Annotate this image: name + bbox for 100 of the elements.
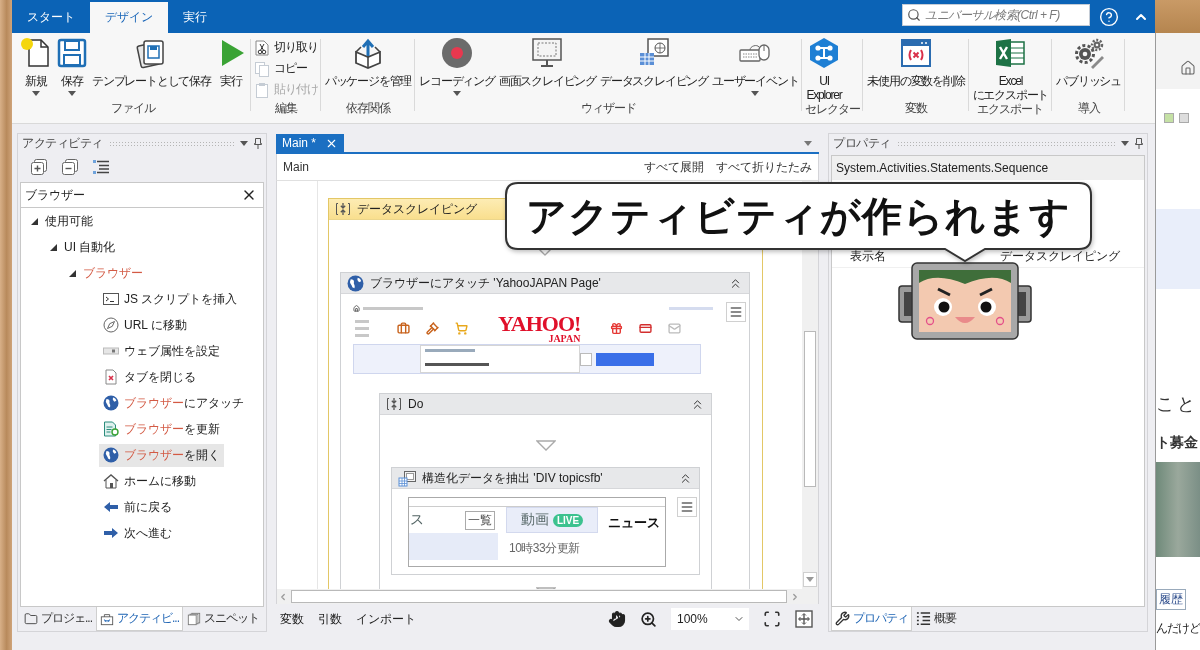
panel-tab[interactable]: プロパティ	[831, 607, 912, 631]
toolbar-link[interactable]: すべて展開	[644, 158, 704, 176]
breadcrumb-link[interactable]: Main	[283, 160, 309, 174]
ribbon-button[interactable]: Excel にエクスポート	[971, 37, 1050, 102]
group-label: ファイル	[110, 101, 157, 117]
package-icon	[352, 37, 384, 69]
tree-item[interactable]: ブラウザーを開く	[99, 443, 224, 467]
pin-icon	[1135, 137, 1143, 149]
ribbon-button[interactable]: 画面スクレイピング	[497, 37, 598, 88]
help-icon[interactable]	[1098, 6, 1119, 27]
caret-down-icon	[804, 140, 812, 146]
ribbon-tab[interactable]: デザイン	[90, 2, 168, 33]
tree-category[interactable]: ブラウザー	[83, 264, 143, 282]
logo-text: YAHOO!	[498, 313, 581, 334]
tree-category[interactable]: 使用可能	[45, 212, 93, 230]
scroll-down-button[interactable]	[803, 572, 817, 587]
tree-item[interactable]: ブラウザーを更新	[99, 417, 224, 441]
terminal-icon	[103, 291, 119, 307]
tree-category[interactable]: UI 自動化	[64, 238, 116, 256]
subheading-text: ト募金	[1156, 434, 1199, 452]
footer-tab[interactable]: 変数	[280, 610, 304, 628]
hand-icon[interactable]	[608, 610, 626, 628]
toolbox-icon	[100, 611, 114, 626]
scrollbar-thumb[interactable]	[804, 331, 816, 487]
document-tab[interactable]: Main *	[276, 134, 344, 152]
blurred-text	[425, 363, 489, 366]
news-heading: ニュース	[608, 514, 661, 532]
tree-item[interactable]: タブを閉じる	[99, 365, 200, 389]
zoom-dropdown[interactable]: 100%	[671, 608, 749, 630]
expand-all-icon[interactable]	[30, 158, 48, 176]
panel-tab[interactable]: スニペット	[183, 607, 264, 631]
panel-tab[interactable]: プロジェ...	[20, 607, 96, 631]
blurred-text	[355, 320, 369, 323]
tree-item[interactable]: ホームに移動	[99, 469, 200, 493]
callout-text: アクティビティが作られます	[526, 192, 1071, 240]
search-field[interactable]: ブラウザー	[21, 183, 263, 208]
ribbon-button[interactable]: 保存	[55, 37, 89, 96]
options-button[interactable]	[726, 302, 746, 322]
ribbon-button[interactable]: コピー	[253, 59, 307, 78]
outline-icon	[916, 611, 931, 626]
tree-item[interactable]: URL に移動	[99, 313, 191, 337]
blurred-text	[363, 307, 423, 310]
drop-arrow-icon	[535, 440, 556, 451]
ribbon-button[interactable]: テンプレートとして保存	[91, 37, 212, 88]
collapse-all-icon[interactable]	[61, 158, 79, 176]
property-name: 表示名	[850, 248, 887, 265]
mail-icon	[668, 322, 682, 335]
tree-item[interactable]: 次へ進む	[99, 521, 176, 545]
ribbon-button[interactable]: 未使用の変数を削除	[866, 37, 966, 88]
list-label: 一覧	[465, 510, 495, 530]
tree-item[interactable]: ウェブ属性を設定	[99, 339, 224, 363]
monitor-icon	[531, 37, 564, 69]
right-arrow-icon	[103, 525, 119, 541]
ribbon-tab[interactable]: スタート	[12, 2, 90, 33]
overview-icon[interactable]	[795, 610, 813, 628]
tree-item[interactable]: ブラウザーにアタッチ	[99, 391, 248, 415]
footer-tab[interactable]: インポート	[356, 610, 416, 628]
copy-icon	[253, 60, 270, 77]
ribbon-button[interactable]: 実行	[213, 37, 248, 88]
ribbon-button[interactable]: 切り取り	[253, 38, 318, 57]
heading-text: こと	[1156, 393, 1199, 416]
ribbon-button[interactable]: パッケージを管理	[323, 37, 413, 88]
home-icon[interactable]	[1180, 60, 1196, 76]
briefcase-icon	[397, 322, 410, 335]
ribbon-button[interactable]: パブリッシュ	[1055, 37, 1123, 88]
ribbon-tab[interactable]: 実行	[168, 2, 222, 33]
scrollbar-thumb[interactable]	[291, 590, 787, 603]
caret-down-icon	[806, 577, 814, 582]
hexagon-nodes-icon	[808, 37, 840, 69]
tree-item[interactable]: 前に戻る	[99, 495, 176, 519]
link-button[interactable]: 履歴	[1156, 589, 1186, 610]
caret-down-icon	[240, 140, 248, 146]
outline-icon[interactable]	[92, 158, 110, 176]
globe-icon	[103, 447, 119, 463]
ribbon-button[interactable]: 新規	[19, 37, 53, 96]
triangle-icon[interactable]	[68, 269, 76, 277]
panel-tab[interactable]: アクティビ...	[96, 607, 184, 631]
ribbon-button[interactable]: データスクレイピング	[599, 37, 710, 88]
panel-tab[interactable]: 概要	[912, 607, 960, 631]
tree-item[interactable]: JS スクリプトを挿入	[99, 287, 242, 311]
blurred-text	[425, 349, 475, 352]
triangle-icon[interactable]	[49, 243, 57, 251]
close-tab-icon	[103, 369, 119, 385]
property-value[interactable]: データスクレイピング	[1000, 248, 1120, 265]
zoom-icon[interactable]	[640, 610, 657, 628]
ribbon-button[interactable]: ユーザーイベント	[711, 37, 800, 96]
globe-icon	[347, 274, 364, 292]
group-label: 変数	[904, 101, 929, 117]
ribbon-button[interactable]: レコーディング	[418, 37, 496, 96]
footer-tab[interactable]: 引数	[318, 610, 342, 628]
toolbar-link[interactable]: すべて折りたたみ	[716, 158, 812, 176]
triangle-icon[interactable]	[30, 217, 38, 225]
record-icon	[441, 37, 473, 69]
search-field[interactable]: ユニバーサル検索(Ctrl + F)	[902, 4, 1090, 26]
ribbon-button[interactable]: UI Explorer	[805, 37, 843, 102]
card-icon	[639, 322, 653, 335]
sequence-icon	[386, 396, 402, 412]
options-button[interactable]	[677, 497, 697, 517]
fit-screen-icon[interactable]	[763, 610, 781, 628]
logo-subtext: JAPAN	[548, 333, 581, 344]
